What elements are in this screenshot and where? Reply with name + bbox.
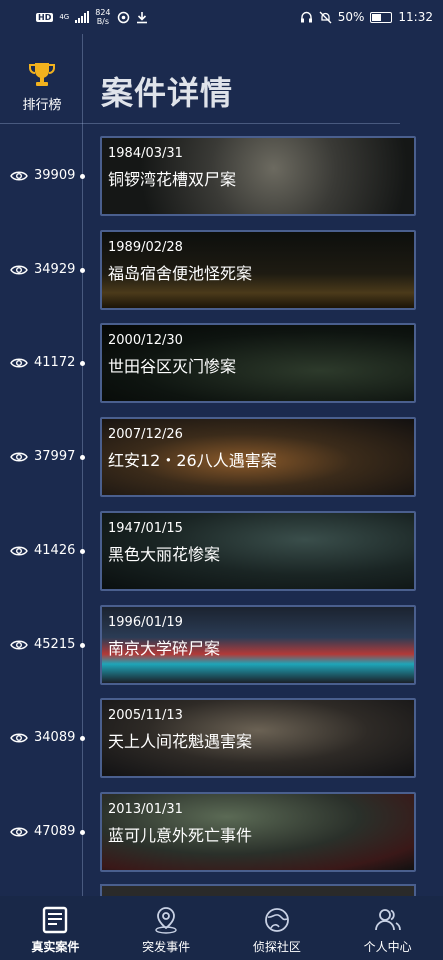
signal-icon [75, 11, 90, 23]
eye-icon [10, 546, 28, 555]
case-card[interactable]: 1989/02/28 福岛宿舍便池怪死案 [100, 230, 416, 310]
page-title: 案件详情 [101, 74, 234, 112]
eye-icon [10, 358, 28, 367]
view-count-value: 39909 [34, 168, 76, 183]
view-count-value: 47089 [34, 824, 76, 839]
case-date: 1989/02/28 [108, 240, 183, 255]
case-date: 2007/12/26 [108, 427, 183, 442]
case-card[interactable]: 2007/12/26 红安12・26八人遇害案 [100, 417, 416, 497]
status-right: 50% 11:32 [300, 10, 433, 24]
network-speed: 824 B/s [95, 8, 110, 26]
case-date: 2013/01/31 [108, 802, 183, 817]
view-count: 37997 [10, 449, 78, 464]
timeline-dot [80, 174, 85, 179]
case-row: 34929 1989/02/28 福岛宿舍便池怪死案 [0, 230, 443, 310]
view-count-value: 45215 [34, 637, 76, 652]
case-date: 1996/01/19 [108, 615, 183, 630]
view-count-value: 37997 [34, 449, 76, 464]
case-title: 南京大学碎尸案 [108, 639, 221, 658]
case-row: 47089 2013/01/31 蓝可儿意外死亡事件 [0, 792, 443, 872]
case-date: 1947/01/15 [108, 521, 183, 536]
eye-icon [10, 452, 28, 461]
trophy-icon [29, 63, 55, 86]
view-count: 45215 [10, 637, 78, 652]
timeline-dot [80, 736, 85, 741]
case-card[interactable]: 2000/12/30 世田谷区灭门惨案 [100, 323, 416, 403]
leaderboard-button[interactable]: 排行榜 [12, 60, 72, 113]
timeline-dot [80, 643, 85, 648]
view-count: 47089 [10, 824, 78, 839]
case-title: 红安12・26八人遇害案 [108, 451, 277, 470]
case-card[interactable]: 1947/01/15 黑色大丽花惨案 [100, 511, 416, 591]
bottom-navigation: 真实案件 突发事件 侦探社区 个人中心 [0, 896, 443, 960]
view-count: 34929 [10, 262, 78, 277]
battery-percent: 50% [337, 10, 365, 24]
case-row: 45215 1996/01/19 南京大学碎尸案 [0, 605, 443, 685]
case-card-partial[interactable] [100, 884, 416, 896]
case-card[interactable]: 1996/01/19 南京大学碎尸案 [100, 605, 416, 685]
view-count: 34089 [10, 730, 78, 745]
speed-value: 824 [95, 8, 111, 17]
download-icon [136, 11, 147, 23]
eye-icon [10, 733, 28, 742]
nav-label: 侦探社区 [252, 940, 301, 954]
view-count-value: 41426 [34, 543, 76, 558]
view-count-value: 41172 [34, 355, 76, 370]
case-title: 福岛宿舍便池怪死案 [108, 264, 253, 283]
case-date: 2000/12/30 [108, 333, 183, 348]
status-left: HD 4G 824 B/s [36, 8, 148, 26]
eye-icon [10, 171, 28, 180]
case-title: 蓝可儿意外死亡事件 [108, 826, 253, 845]
case-title: 世田谷区灭门惨案 [108, 357, 237, 376]
leaderboard-label: 排行榜 [22, 98, 62, 113]
user-icon [374, 909, 401, 931]
nav-label: 真实案件 [31, 940, 80, 954]
view-count-value: 34929 [34, 262, 76, 277]
header-divider [0, 123, 400, 124]
status-bar: HD 4G 824 B/s 50% 11:32 [0, 0, 443, 34]
network-type: 4G [59, 12, 70, 21]
nav-detective-community[interactable]: 侦探社区 [222, 896, 333, 960]
case-card[interactable]: 2005/11/13 天上人间花魁遇害案 [100, 698, 416, 778]
view-count: 41426 [10, 543, 78, 558]
nav-personal-center[interactable]: 个人中心 [332, 896, 443, 960]
nav-breaking-events[interactable]: 突发事件 [111, 896, 222, 960]
case-row: 37997 2007/12/26 红安12・26八人遇害案 [0, 417, 443, 497]
battery-icon [370, 11, 393, 23]
case-date: 2005/11/13 [108, 708, 183, 723]
nav-label: 个人中心 [363, 940, 412, 954]
view-count: 41172 [10, 355, 78, 370]
speed-unit: B/s [96, 17, 110, 26]
case-row: 39909 1984/03/31 铜锣湾花槽双尸案 [0, 136, 443, 216]
case-card[interactable]: 1984/03/31 铜锣湾花槽双尸案 [100, 136, 416, 216]
headset-icon [300, 11, 312, 22]
timeline-dot [80, 455, 85, 460]
timeline-dot [80, 361, 85, 366]
view-count: 39909 [10, 168, 78, 183]
nav-real-cases[interactable]: 真实案件 [0, 896, 111, 960]
case-title: 铜锣湾花槽双尸案 [108, 170, 237, 189]
app-notification-icon [117, 11, 129, 23]
case-date: 1984/03/31 [108, 146, 183, 161]
timeline-dot [80, 830, 85, 835]
case-row: 34089 2005/11/13 天上人间花魁遇害案 [0, 698, 443, 778]
clock: 11:32 [398, 10, 433, 24]
case-row: 41426 1947/01/15 黑色大丽花惨案 [0, 511, 443, 591]
case-row: 41172 2000/12/30 世田谷区灭门惨案 [0, 323, 443, 403]
case-title: 天上人间花魁遇害案 [108, 732, 253, 751]
eye-icon [10, 827, 28, 836]
view-count-value: 34089 [34, 730, 76, 745]
case-card[interactable]: 2013/01/31 蓝可儿意外死亡事件 [100, 792, 416, 872]
community-icon [264, 908, 289, 932]
eye-icon [10, 640, 28, 649]
hd-icon: HD [36, 12, 54, 22]
timeline-dot [80, 268, 85, 273]
mute-bell-icon [319, 11, 332, 23]
timeline-dot [80, 549, 85, 554]
location-pin-icon [155, 907, 177, 934]
case-title: 黑色大丽花惨案 [108, 545, 221, 564]
document-icon [43, 906, 68, 934]
eye-icon [10, 265, 28, 274]
nav-label: 突发事件 [142, 940, 191, 954]
